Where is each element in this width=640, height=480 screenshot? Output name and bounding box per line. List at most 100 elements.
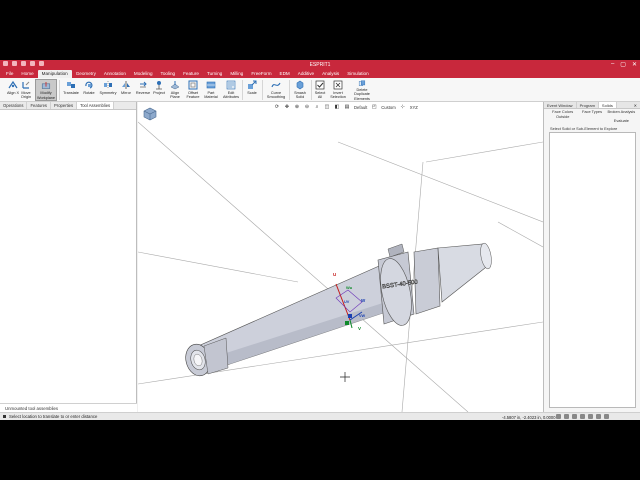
ortho-toggle-icon[interactable] xyxy=(572,414,577,419)
filter-empty-2 xyxy=(577,119,606,124)
modify-workplane-button[interactable]: Modify Workplane xyxy=(35,79,57,101)
zoom-out-icon[interactable]: ⊖ xyxy=(304,104,310,110)
view-cube-icon[interactable] xyxy=(142,106,158,122)
translate-button[interactable]: Translate xyxy=(61,79,81,101)
menu-analysis[interactable]: Analysis xyxy=(318,70,343,78)
xyz-plane-dropdown[interactable]: XYZ xyxy=(410,105,418,110)
tab-solids[interactable]: Solids xyxy=(598,102,617,108)
reverse-icon xyxy=(140,81,147,88)
view-rotate-icon[interactable]: ⟳ xyxy=(274,104,280,110)
window-title: ESPRIT1 xyxy=(309,62,331,68)
solids-explorer-list[interactable] xyxy=(549,132,636,408)
tab-event-window[interactable]: Event Window xyxy=(544,102,577,108)
triad-label-vw: VW xyxy=(359,314,366,318)
rotate-icon xyxy=(85,81,93,89)
menu-bar: File Home Manipulation Geometry Annotati… xyxy=(0,69,640,420)
edit-attributes-icon xyxy=(226,80,236,90)
tab-features[interactable]: Features xyxy=(27,102,52,109)
status-bar: Select location to translate to or enter… xyxy=(0,412,640,420)
view-toolbar: ⟳ ✥ ⊕ ⊖ ⌕ ◫ ◧ ▤ Default ◰ Custom ⊹ XYZ xyxy=(274,104,418,110)
menu-additive[interactable]: Additive xyxy=(294,70,318,78)
ribbon: Align X Move Origin Modify Workplane Tra… xyxy=(0,78,640,102)
tool-holder-model[interactable] xyxy=(182,242,493,378)
display-toggle-icon[interactable] xyxy=(580,414,585,419)
part-material-button[interactable]: Part Material xyxy=(202,79,220,101)
symmetry-icon xyxy=(104,81,112,89)
menu-geometry[interactable]: Geometry xyxy=(72,70,100,78)
view-orientation-icon[interactable]: ◧ xyxy=(334,104,340,110)
view-default-icon: ▤ xyxy=(344,104,350,110)
triad-label-u: U xyxy=(333,272,337,277)
tab-tool-assemblies[interactable]: Tool Assemblies xyxy=(77,102,115,109)
part-material-icon xyxy=(206,81,216,89)
solids-filter-grid: Face Colors Outside Face Types Broken An… xyxy=(544,109,640,125)
left-panel-tabs: Operations Features Properties Tool Asse… xyxy=(0,102,136,110)
select-all-icon xyxy=(315,80,325,90)
delete-duplicate-icon xyxy=(358,80,366,86)
zoom-in-icon[interactable]: ⊕ xyxy=(294,104,300,110)
menu-tooling[interactable]: Tooling xyxy=(157,70,180,78)
tab-operations[interactable]: Operations xyxy=(0,102,28,109)
window-controls: – ▢ ✕ xyxy=(611,61,637,68)
close-panel-icon[interactable]: ✕ xyxy=(631,102,640,108)
menu-home[interactable]: Home xyxy=(17,70,37,78)
view-default-dropdown[interactable]: Default xyxy=(354,105,367,110)
edit-attributes-button[interactable]: Edit Attributes xyxy=(220,79,242,101)
zoom-window-icon[interactable]: ◫ xyxy=(324,104,330,110)
layers-toggle-icon[interactable] xyxy=(596,414,601,419)
symmetry-button[interactable]: Symmetry xyxy=(97,79,119,101)
menu-modeling[interactable]: Modeling xyxy=(130,70,157,78)
tab-properties[interactable]: Properties xyxy=(51,102,78,109)
invert-selection-button[interactable]: Invert Selection xyxy=(328,79,348,101)
menu-edm[interactable]: EDM xyxy=(276,70,294,78)
delete-duplicate-elements-button[interactable]: Delete Duplicate Elements xyxy=(348,79,376,101)
custom-workplane-dropdown[interactable]: Custom xyxy=(381,105,395,110)
minimize-button[interactable]: – xyxy=(611,61,614,68)
view-pan-icon[interactable]: ✥ xyxy=(284,104,290,110)
filter-face-colors-outside[interactable]: Face Colors Outside xyxy=(548,109,577,119)
filter-evaluate[interactable]: Evaluate xyxy=(607,118,636,124)
menu-milling[interactable]: Milling xyxy=(226,70,247,78)
menu-simulation[interactable]: Simulation xyxy=(343,70,372,78)
units-toggle-icon[interactable] xyxy=(588,414,593,419)
triad-label-v: V xyxy=(358,326,362,331)
menu-turning[interactable]: Turning xyxy=(203,70,226,78)
cursor-coordinates: -4.5807 in, -2.4023 in, 0.0000 in xyxy=(502,414,560,420)
rotate-button[interactable]: Rotate xyxy=(80,79,98,101)
custom-workplane-icon: ◰ xyxy=(371,104,377,110)
smash-solid-button[interactable]: Smash Solid xyxy=(290,79,310,101)
tab-program[interactable]: Program xyxy=(577,102,599,108)
modify-workplane-icon xyxy=(41,81,51,89)
esprit-window: ESPRIT1 – ▢ ✕ File Home Manipulation Geo… xyxy=(0,60,640,420)
status-message-text: Select location to translate to or enter… xyxy=(9,414,98,419)
invert-selection-icon xyxy=(333,80,343,90)
filter-face-types[interactable]: Face Types xyxy=(577,109,606,119)
coordinate-triad[interactable] xyxy=(335,283,363,329)
move-origin-button[interactable]: Move Origin xyxy=(16,79,36,101)
close-button[interactable]: ✕ xyxy=(632,61,637,68)
right-panel-tabs: Event Window Program Solids ✕ xyxy=(544,102,640,109)
ribbon-separator xyxy=(262,80,263,100)
cursor-crosshair-icon xyxy=(340,372,350,382)
snap-toggle-icon[interactable] xyxy=(556,414,561,419)
scale-icon xyxy=(248,80,257,89)
align-plane-button[interactable]: Align Plane xyxy=(166,79,184,101)
status-toggles xyxy=(556,414,609,419)
triad-label-w: W xyxy=(361,298,366,303)
menu-feature[interactable]: Feature xyxy=(179,70,203,78)
scale-button[interactable]: Scale xyxy=(243,79,261,101)
maximize-button[interactable]: ▢ xyxy=(620,61,626,68)
unmounted-tool-assemblies-label[interactable]: Unmounted tool assemblies xyxy=(0,403,137,412)
menu-manipulation[interactable]: Manipulation xyxy=(37,70,72,78)
curve-smoothing-button[interactable]: Curve Smoothing xyxy=(264,79,288,101)
menu-annotation[interactable]: Annotation xyxy=(100,70,130,78)
offset-feature-button[interactable]: Offset Feature xyxy=(183,79,203,101)
menu-file[interactable]: File xyxy=(2,70,17,78)
grid-toggle-icon[interactable] xyxy=(564,414,569,419)
zoom-fit-icon[interactable]: ⌕ xyxy=(314,104,320,110)
menu-freeform[interactable]: FreeForm xyxy=(247,70,275,78)
graphics-viewport[interactable]: ⟳ ✥ ⊕ ⊖ ⌕ ◫ ◧ ▤ Default ◰ Custom ⊹ XYZ B… xyxy=(138,102,543,412)
settings-toggle-icon[interactable] xyxy=(604,414,609,419)
select-all-button[interactable]: Select All xyxy=(312,79,328,101)
workplane-outline xyxy=(138,121,543,412)
